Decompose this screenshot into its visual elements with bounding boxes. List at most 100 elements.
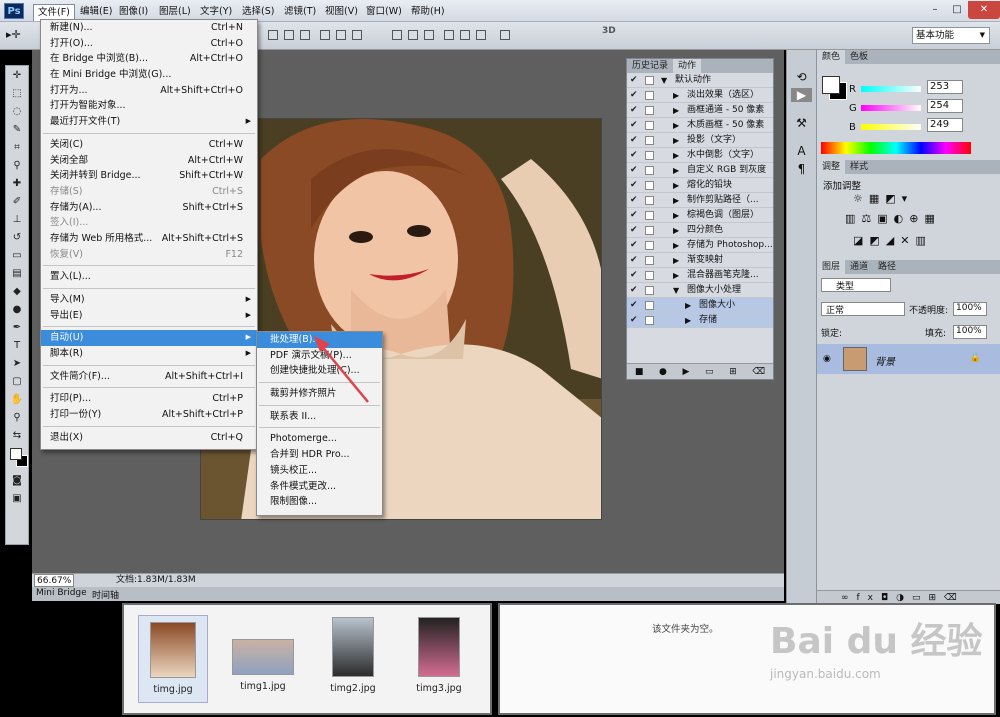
stop-icon[interactable]: ■ xyxy=(635,364,644,379)
dialog-toggle[interactable] xyxy=(645,106,654,115)
check-icon[interactable]: ✔ xyxy=(630,73,640,87)
dialog-toggle[interactable] xyxy=(645,301,654,310)
dialog-toggle[interactable] xyxy=(645,316,654,325)
tab-mini-bridge[interactable]: Mini Bridge xyxy=(36,588,87,598)
align-bottom-icon[interactable] xyxy=(300,30,310,40)
adjustment-icons-row2[interactable]: ▥⚖▣◐⊕▦ xyxy=(845,212,941,225)
align-right-icon[interactable] xyxy=(352,30,362,40)
eraser-tool-icon[interactable]: ▭ xyxy=(7,247,27,264)
file-menu-item[interactable]: 打印一份(Y) Alt+Shift+Ctrl+P xyxy=(41,407,257,423)
check-icon[interactable]: ✔ xyxy=(630,313,640,327)
file-menu-item[interactable]: 新建(N)... Ctrl+N xyxy=(41,20,257,36)
distribute-vcenter-icon[interactable] xyxy=(408,30,418,40)
file-menu-item[interactable]: 在 Bridge 中浏览(B)... Alt+Ctrl+O xyxy=(41,51,257,67)
expand-icon[interactable]: ▶ xyxy=(673,253,679,267)
clone-stamp-tool-icon[interactable]: ⊥ xyxy=(7,211,27,228)
tool-presets-icon[interactable]: ⚒ xyxy=(791,116,812,130)
thumb-timg2[interactable]: timg2.jpg xyxy=(318,615,388,694)
file-menu-item[interactable]: 退出(X) Ctrl+Q xyxy=(41,430,257,446)
check-icon[interactable]: ✔ xyxy=(630,148,640,162)
new-action-icon[interactable]: ⊞ xyxy=(729,364,737,379)
zoom-level[interactable]: 66.67% xyxy=(34,574,75,587)
move-tool-icon[interactable]: ✛ xyxy=(7,67,27,84)
menu-select[interactable]: 选择(S) xyxy=(238,4,278,19)
menu-window[interactable]: 窗口(W) xyxy=(362,4,406,19)
tab-layers[interactable]: 图层 xyxy=(817,260,846,274)
check-icon[interactable]: ✔ xyxy=(630,178,640,192)
distribute-right-icon[interactable] xyxy=(476,30,486,40)
crop-tool-icon[interactable]: ⌗ xyxy=(7,139,27,156)
layers-footer-icons[interactable]: ∞fx◘◑▭⊞⌫ xyxy=(817,590,1000,604)
r-value-input[interactable]: 253 xyxy=(927,80,963,94)
record-icon[interactable]: ● xyxy=(659,364,667,379)
check-icon[interactable]: ✔ xyxy=(630,103,640,117)
tab-channels[interactable]: 通道 xyxy=(845,260,873,274)
action-row[interactable]: ✔ ▶ 四分颜色 xyxy=(627,223,773,238)
file-menu-item[interactable]: 置入(L)... xyxy=(41,269,257,285)
expand-icon[interactable]: ▶ xyxy=(673,223,679,237)
automate-item[interactable]: Photomerge... xyxy=(257,431,382,447)
file-menu-item[interactable]: 关闭(C) Ctrl+W xyxy=(41,137,257,153)
hand-tool-icon[interactable]: ✋ xyxy=(7,391,27,408)
check-icon[interactable]: ✔ xyxy=(630,238,640,252)
file-menu-item[interactable]: 在 Mini Bridge 中浏览(G)... xyxy=(41,67,257,83)
file-menu-item[interactable]: 存储为 Web 所用格式... Alt+Shift+Ctrl+S xyxy=(41,231,257,247)
tab-timeline[interactable]: 时间轴 xyxy=(92,588,119,601)
g-slider[interactable] xyxy=(861,105,921,111)
automate-item[interactable]: 联系表 II... xyxy=(257,409,382,425)
maximize-button[interactable]: □ xyxy=(946,1,968,19)
check-icon[interactable]: ✔ xyxy=(630,208,640,222)
action-row[interactable]: ✔ ▼ 图像大小处理 xyxy=(627,283,773,298)
history-panel-icon[interactable]: ⟲ xyxy=(791,70,812,84)
b-value-input[interactable]: 249 xyxy=(927,118,963,132)
color-swatches[interactable] xyxy=(7,445,28,471)
file-menu-item[interactable]: 打开为智能对象... xyxy=(41,98,257,114)
expand-icon[interactable]: ▼ xyxy=(661,73,667,87)
expand-icon[interactable]: ▶ xyxy=(673,193,679,207)
delete-icon[interactable]: ⌫ xyxy=(752,364,765,379)
distribute-hcenter-icon[interactable] xyxy=(460,30,470,40)
eye-icon[interactable]: ◉ xyxy=(823,354,831,364)
dialog-toggle[interactable] xyxy=(645,136,654,145)
file-menu-item[interactable]: 打印(P)... Ctrl+P xyxy=(41,391,257,407)
dialog-toggle[interactable] xyxy=(645,211,654,220)
thumb-timg3[interactable]: timg3.jpg xyxy=(404,615,474,694)
action-row[interactable]: ✔ ▶ 渐变映射 xyxy=(627,253,773,268)
tab-color[interactable]: 颜色 xyxy=(817,50,846,64)
action-row[interactable]: ✔ ▼ 默认动作 xyxy=(627,73,773,88)
action-row[interactable]: ✔ ▶ 自定义 RGB 到灰度 xyxy=(627,163,773,178)
actions-panel-icon[interactable]: ▶ xyxy=(791,88,812,102)
check-icon[interactable]: ✔ xyxy=(630,88,640,102)
file-menu-item[interactable]: 打开为... Alt+Shift+Ctrl+O xyxy=(41,83,257,99)
fill-input[interactable]: 100% xyxy=(953,325,987,339)
automate-item[interactable]: 镜头校正... xyxy=(257,463,382,479)
action-row[interactable]: ✔ ▶ 熔化的铅块 xyxy=(627,178,773,193)
foreground-color-swatch[interactable] xyxy=(10,448,22,460)
dialog-toggle[interactable] xyxy=(645,271,654,280)
menu-edit[interactable]: 编辑(E) xyxy=(76,4,116,19)
3d-mode-icon[interactable]: 3D xyxy=(602,26,622,44)
lasso-tool-icon[interactable]: ◌ xyxy=(7,103,27,120)
tab-swatches[interactable]: 色板 xyxy=(845,50,873,64)
dialog-toggle[interactable] xyxy=(645,121,654,130)
character-panel-icon[interactable]: A xyxy=(791,144,812,158)
align-left-icon[interactable] xyxy=(320,30,330,40)
move-tool-preset-icon[interactable]: ▸✛ xyxy=(6,28,30,44)
quick-mask-icon[interactable]: ◙ xyxy=(7,472,27,489)
expand-icon[interactable]: ▶ xyxy=(673,133,679,147)
menu-layer[interactable]: 图层(L) xyxy=(155,4,195,19)
action-row[interactable]: ✔ ▶ 淡出效果（选区） xyxy=(627,88,773,103)
file-menu-item[interactable]: 存储为(A)... Shift+Ctrl+S xyxy=(41,200,257,216)
check-icon[interactable]: ✔ xyxy=(630,268,640,282)
align-hcenter-icon[interactable] xyxy=(336,30,346,40)
check-icon[interactable]: ✔ xyxy=(630,133,640,147)
b-slider[interactable] xyxy=(861,124,921,130)
file-menu-item[interactable]: 导入(M) ▶ xyxy=(41,292,257,308)
action-row[interactable]: ✔ ▶ 存储为 Photoshop... xyxy=(627,238,773,253)
zoom-tool-icon[interactable]: ⚲ xyxy=(7,409,27,426)
align-top-icon[interactable] xyxy=(268,30,278,40)
dialog-toggle[interactable] xyxy=(645,181,654,190)
expand-icon[interactable]: ▶ xyxy=(673,148,679,162)
file-menu-item[interactable]: 打开(O)... Ctrl+O xyxy=(41,36,257,52)
dialog-toggle[interactable] xyxy=(645,226,654,235)
